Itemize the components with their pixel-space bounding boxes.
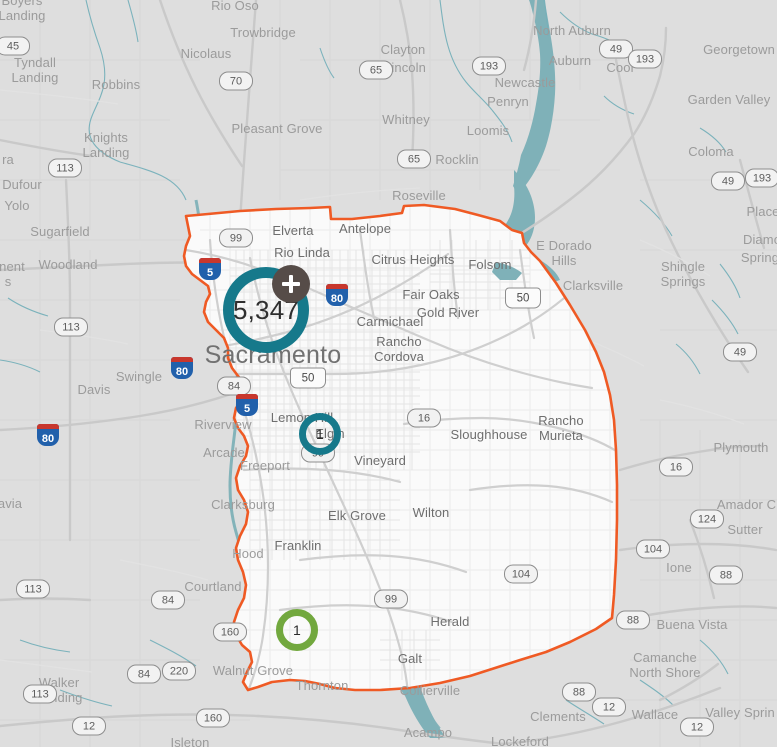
map-cluster-marker[interactable]: 1 xyxy=(276,609,318,651)
cluster-count-label: 1 xyxy=(316,426,324,442)
cluster-count-label: 1 xyxy=(293,622,301,638)
map-cluster-marker[interactable]: 1 xyxy=(299,413,341,455)
map-base-layer xyxy=(0,0,777,747)
plus-icon[interactable] xyxy=(272,265,310,303)
map-canvas[interactable]: Boyers Landing Rio Oso Trowbridge Clayton Lin… xyxy=(0,0,777,747)
